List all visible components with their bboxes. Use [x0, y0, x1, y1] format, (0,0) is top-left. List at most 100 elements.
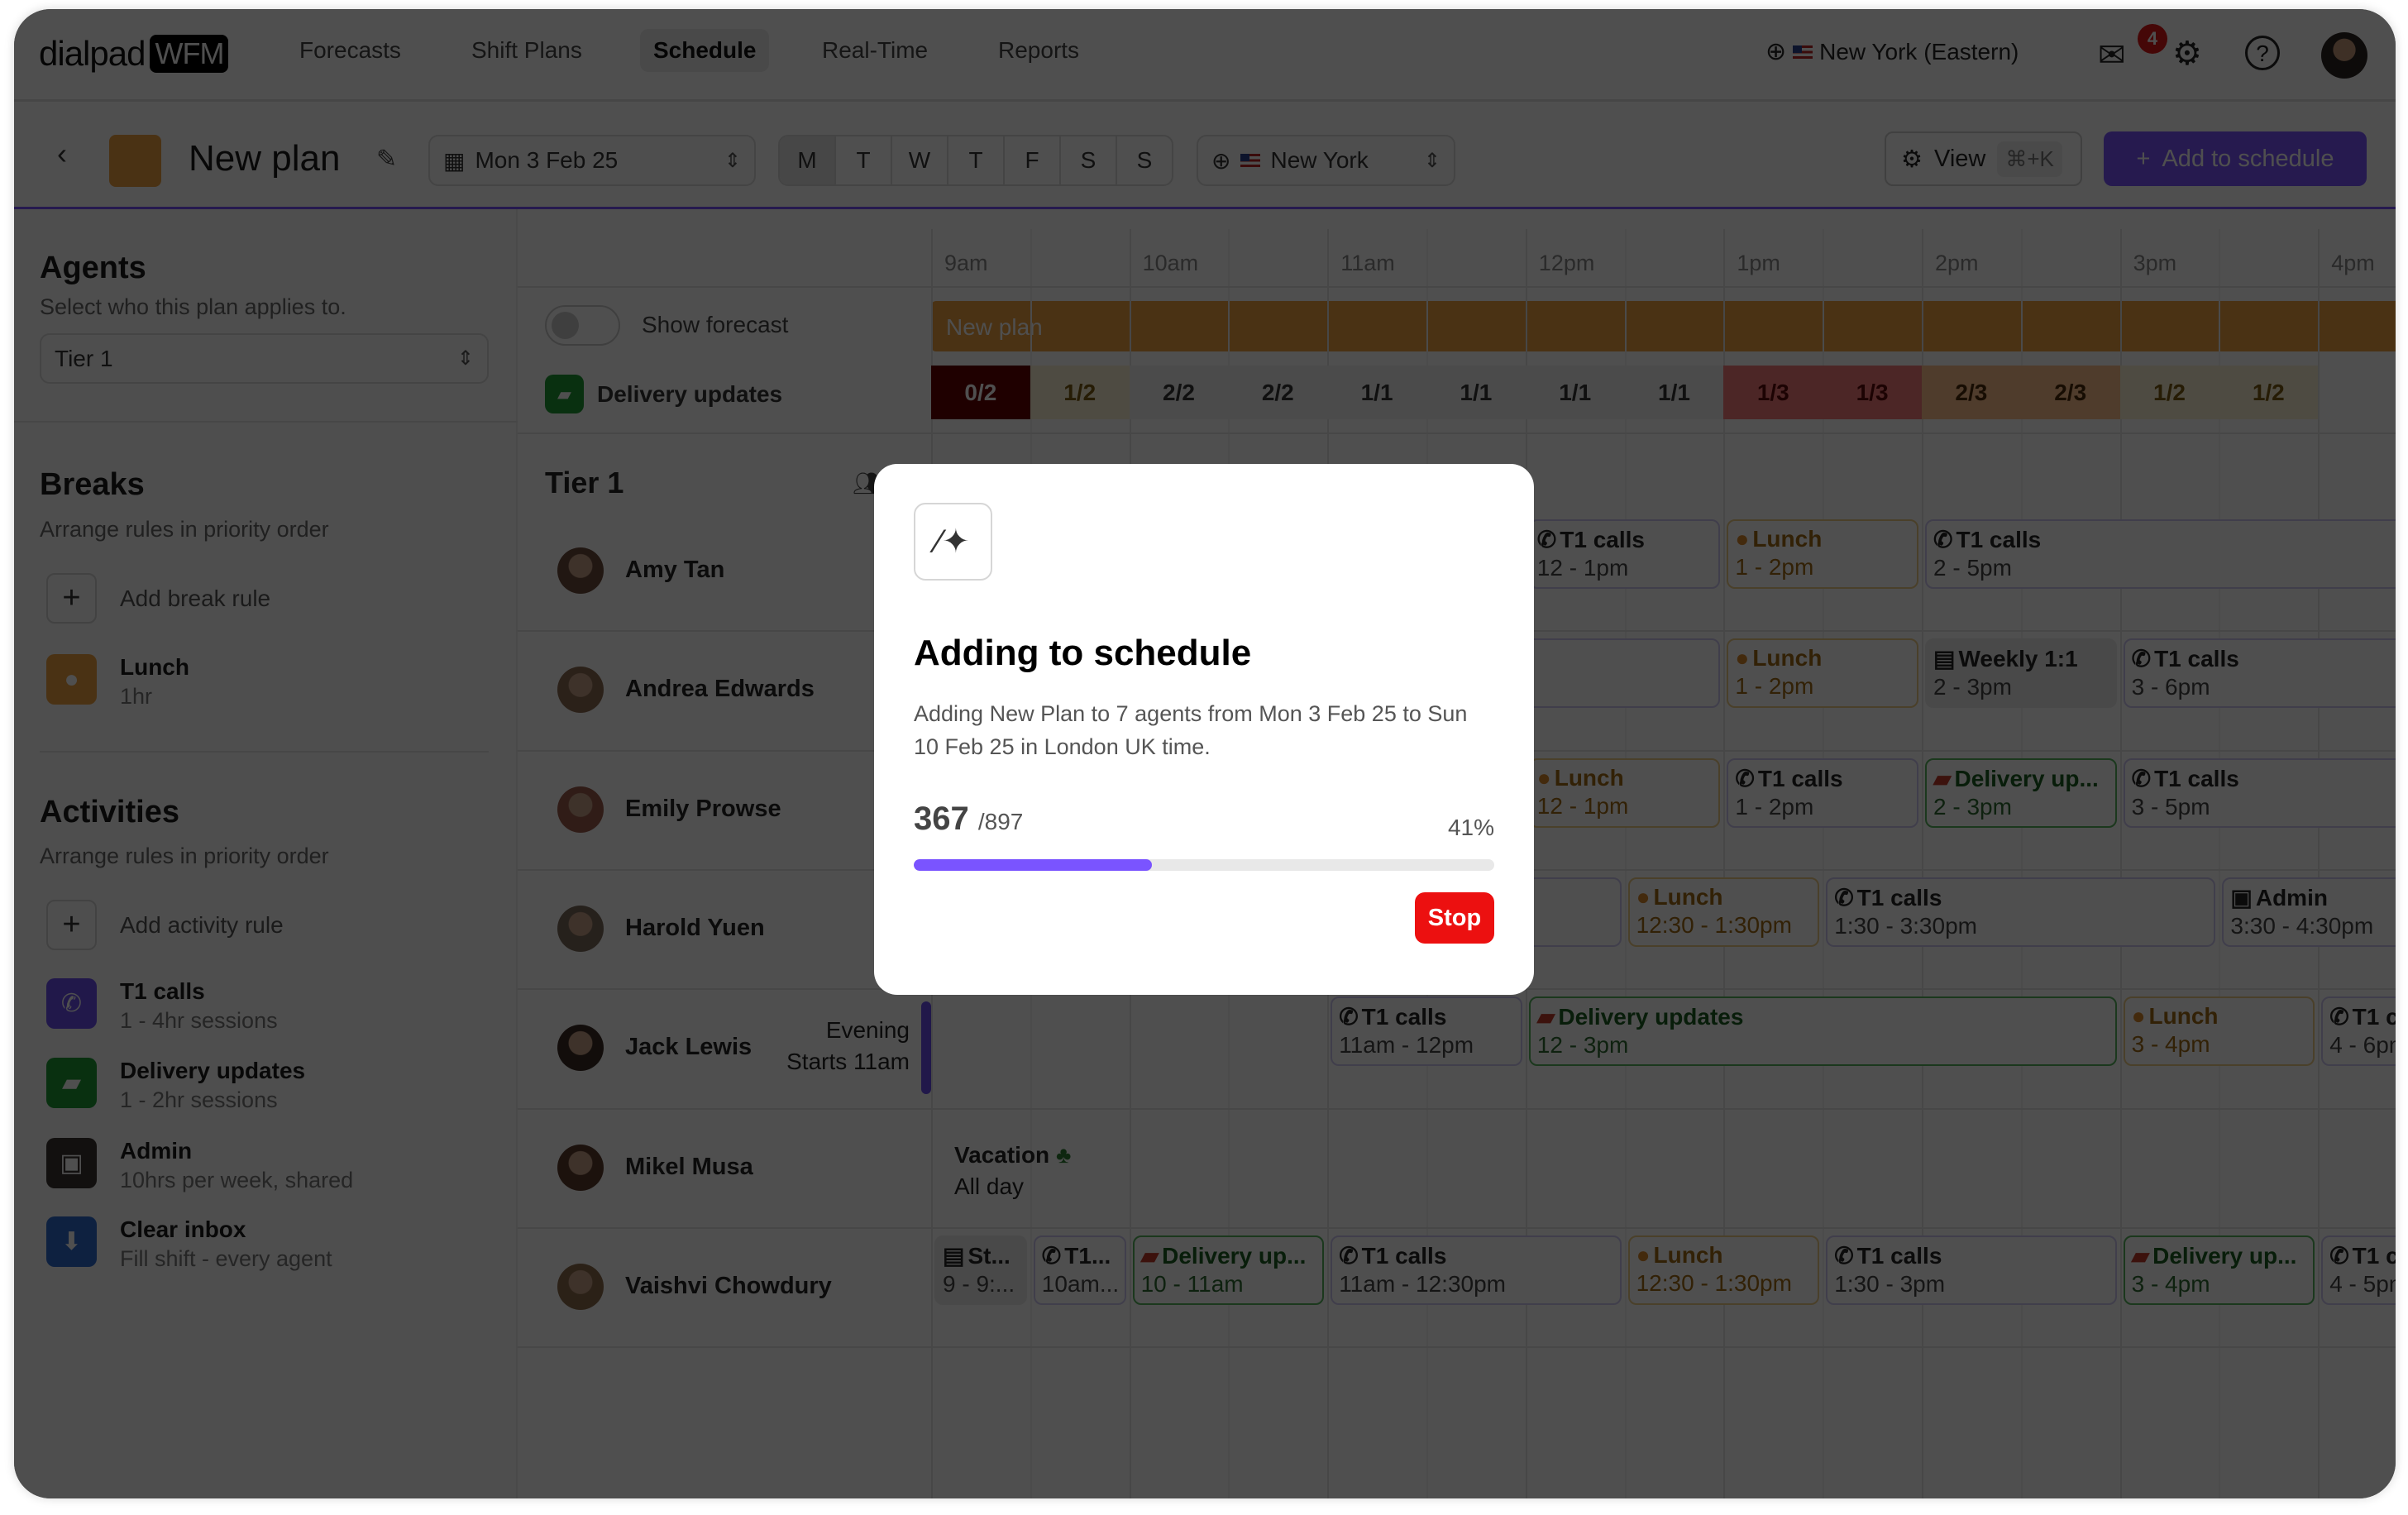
day-sat[interactable]: S	[1059, 136, 1116, 184]
agent-avatar[interactable]	[557, 667, 604, 714]
block-time: 2 - 5pm	[1933, 555, 2012, 581]
activity-rule-delivery-updates[interactable]: ▰ Delivery updates 1 - 2hr sessions	[46, 1058, 305, 1113]
schedule-block-calls[interactable]: ✆ T1 calls 11am - 12:30pm	[1331, 1235, 1622, 1305]
schedule-block-lunch[interactable]: ● Lunch 1 - 2pm	[1727, 638, 1918, 709]
help-icon[interactable]: ?	[2245, 36, 2280, 70]
block-time: 10 - 11am	[1140, 1270, 1244, 1297]
schedule-block-deliv[interactable]: ▰ Delivery up... 2 - 3pm	[1925, 758, 2117, 828]
day-thu[interactable]: T	[947, 136, 1003, 184]
coverage-count-cell: 1/3	[1823, 366, 1922, 419]
nav-shift-plans[interactable]: Shift Plans	[471, 37, 582, 64]
user-avatar[interactable]	[2321, 32, 2367, 79]
block-title: ✆T1 calls	[1339, 1242, 1612, 1269]
stop-button[interactable]: Stop	[1415, 892, 1494, 944]
agent-avatar[interactable]	[557, 906, 604, 953]
block-title: ● Lunch	[1735, 645, 1910, 671]
add-break-label: Add break rule	[120, 585, 271, 611]
nav-reports[interactable]: Reports	[998, 37, 1079, 64]
view-button[interactable]: ⚙ View ⌘+K	[1885, 131, 2082, 186]
coverage-count-cell: 1/2	[2119, 366, 2219, 419]
schedule-block-calls[interactable]: ✆ T1 calls 1:30 - 3pm	[1826, 1235, 2117, 1305]
schedule-block-calls[interactable]: ✆ T1 calls 3 - 6pm	[2123, 638, 2396, 709]
agent-name[interactable]: Mikel Musa	[625, 1154, 753, 1181]
break-rule-lunch[interactable]: ● Lunch 1hr	[46, 654, 189, 710]
schedule-block-calls[interactable]: ✆ T1 calls 3 - 5pm	[2123, 758, 2396, 828]
inbox-icon[interactable]: ✉	[2098, 39, 2126, 72]
agent-avatar[interactable]	[557, 1263, 604, 1310]
schedule-block-lunch[interactable]: ● Lunch 12:30 - 1:30pm	[1627, 877, 1820, 947]
phone-icon: ✆	[1834, 884, 1854, 910]
block-title: ▰ Delivery up...	[1141, 1242, 1316, 1269]
day-mon[interactable]: M	[780, 136, 834, 184]
agent-name[interactable]: Harold Yuen	[625, 915, 765, 942]
nav-schedule[interactable]: Schedule	[640, 29, 770, 72]
back-chevron-icon[interactable]: ‹	[57, 136, 67, 171]
day-fri[interactable]: F	[1003, 136, 1059, 184]
day-sun[interactable]: S	[1116, 136, 1172, 184]
schedule-block-deliv[interactable]: ▰ Delivery up... 10 - 11am	[1132, 1235, 1325, 1305]
agent-name[interactable]: Jack Lewis	[625, 1034, 752, 1061]
schedule-block-calls[interactable]: ✆T1 calls4 - 6pm	[2321, 996, 2396, 1067]
schedule-block-calls[interactable]: ✆ T1 calls 12 - 1pm	[1528, 519, 1721, 589]
schedule-block-grey[interactable]: ▤ Weekly 1:1 2 - 3pm	[1925, 638, 2117, 709]
add-activity-rule-button[interactable]: + Add activity rule	[46, 900, 284, 950]
show-forecast-toggle[interactable]	[545, 305, 620, 346]
burger-icon: ●	[1735, 526, 1750, 552]
schedule-block-lunch[interactable]: ● Lunch 12:30 - 1:30pm	[1627, 1235, 1820, 1305]
add-break-rule-button[interactable]: + Add break rule	[46, 573, 270, 624]
day-wed[interactable]: W	[891, 136, 947, 184]
dialog-description: Adding New Plan to 7 agents from Mon 3 F…	[914, 701, 1468, 759]
nav-real-time[interactable]: Real-Time	[822, 37, 928, 64]
schedule-block-calls[interactable]: ✆ T1 calls 1:30 - 3:30pm	[1826, 877, 2216, 947]
nav-forecasts[interactable]: Forecasts	[299, 37, 401, 64]
pencil-icon[interactable]: ✎	[376, 145, 397, 174]
agent-name[interactable]: Emily Prowse	[625, 796, 781, 823]
plan-color-swatch[interactable]	[109, 135, 161, 187]
agent-avatar[interactable]	[557, 1025, 604, 1072]
burger-icon: ●	[2131, 1003, 2146, 1030]
schedule-block-lunch[interactable]: ● Lunch 3 - 4pm	[2123, 996, 2315, 1067]
location-select[interactable]: ⊕ New York ⇕	[1197, 135, 1455, 186]
activity-rule-admin[interactable]: ▣ Admin 10hrs per week, shared	[46, 1138, 353, 1193]
agents-select[interactable]: Tier 1 ⇕	[40, 333, 489, 384]
schedule-block-lunch[interactable]: ● Lunch 12 - 1pm	[1528, 758, 1721, 828]
block-time: 12 - 3pm	[1536, 1032, 1629, 1059]
phone-icon: ✆	[2131, 765, 2152, 791]
gear-icon[interactable]: ⚙	[2172, 37, 2202, 70]
agent-name[interactable]: Vaishvi Chowdury	[625, 1273, 832, 1300]
block-title-text: Lunch	[1554, 764, 1624, 791]
schedule-block-deliv[interactable]: ▰ Delivery updates 12 - 3pm	[1528, 996, 2117, 1067]
coverage-count-cell: 2/3	[1922, 366, 2021, 419]
rule-name: Clear inbox	[120, 1216, 246, 1242]
date-select[interactable]: ▦ Mon 3 Feb 25 ⇕	[428, 135, 756, 186]
block-title: ✆T1 calls	[2132, 645, 2395, 672]
activity-rule-t1-calls[interactable]: ✆ T1 calls 1 - 4hr sessions	[46, 978, 278, 1034]
block-title-text: Lunch	[1752, 526, 1823, 552]
agent-avatar[interactable]	[557, 786, 604, 833]
agent-avatar[interactable]	[557, 1144, 604, 1191]
add-to-schedule-button[interactable]: + Add to schedule	[2104, 131, 2367, 186]
schedule-block-calls[interactable]: ✆ T1... 10am...	[1033, 1235, 1126, 1305]
schedule-block-admin[interactable]: ▣ Admin 3:30 - 4:30pm	[2222, 877, 2396, 947]
schedule-block-grey[interactable]: ▤ St... 9 - 9:...	[934, 1235, 1027, 1305]
all-day-event[interactable]: Vacation ♣ All day	[954, 1140, 1071, 1202]
day-tue[interactable]: T	[834, 136, 891, 184]
new-plan-bar[interactable]: New plan	[931, 301, 2396, 351]
agent-name[interactable]: Amy Tan	[625, 557, 724, 584]
agent-name[interactable]: Andrea Edwards	[625, 676, 815, 703]
schedule-block-calls[interactable]: ✆ T1 calls 2 - 5pm	[1925, 519, 2396, 589]
hour-tick-label: 2pm	[1935, 251, 1979, 275]
agent-avatar[interactable]	[557, 547, 604, 595]
schedule-block-calls[interactable]: ✆ T1 calls 1 - 2pm	[1727, 758, 1918, 828]
add-activity-label: Add activity rule	[120, 911, 284, 938]
activity-rule-clear-inbox[interactable]: ⬇ Clear inbox Fill shift - every agent	[46, 1216, 332, 1272]
logo[interactable]: dialpad WFM	[39, 34, 229, 74]
agent-row: Vaishvi Chowdury ▤ St... 9 - 9:... ✆ T1... 10a…	[518, 1227, 2396, 1346]
page-title: New plan	[189, 138, 341, 179]
timezone-selector[interactable]: ⊕ New York (Eastern)	[1765, 39, 2019, 65]
schedule-block-lunch[interactable]: ● Lunch 1 - 2pm	[1727, 519, 1918, 589]
shift-start: Starts 11am	[786, 1049, 910, 1075]
schedule-block-calls[interactable]: ✆ T1 calls 11am - 12pm	[1331, 996, 1522, 1067]
schedule-block-calls[interactable]: ✆T1 calls4 - 5pm	[2321, 1235, 2396, 1305]
schedule-block-deliv[interactable]: ▰ Delivery up... 3 - 4pm	[2123, 1235, 2315, 1305]
